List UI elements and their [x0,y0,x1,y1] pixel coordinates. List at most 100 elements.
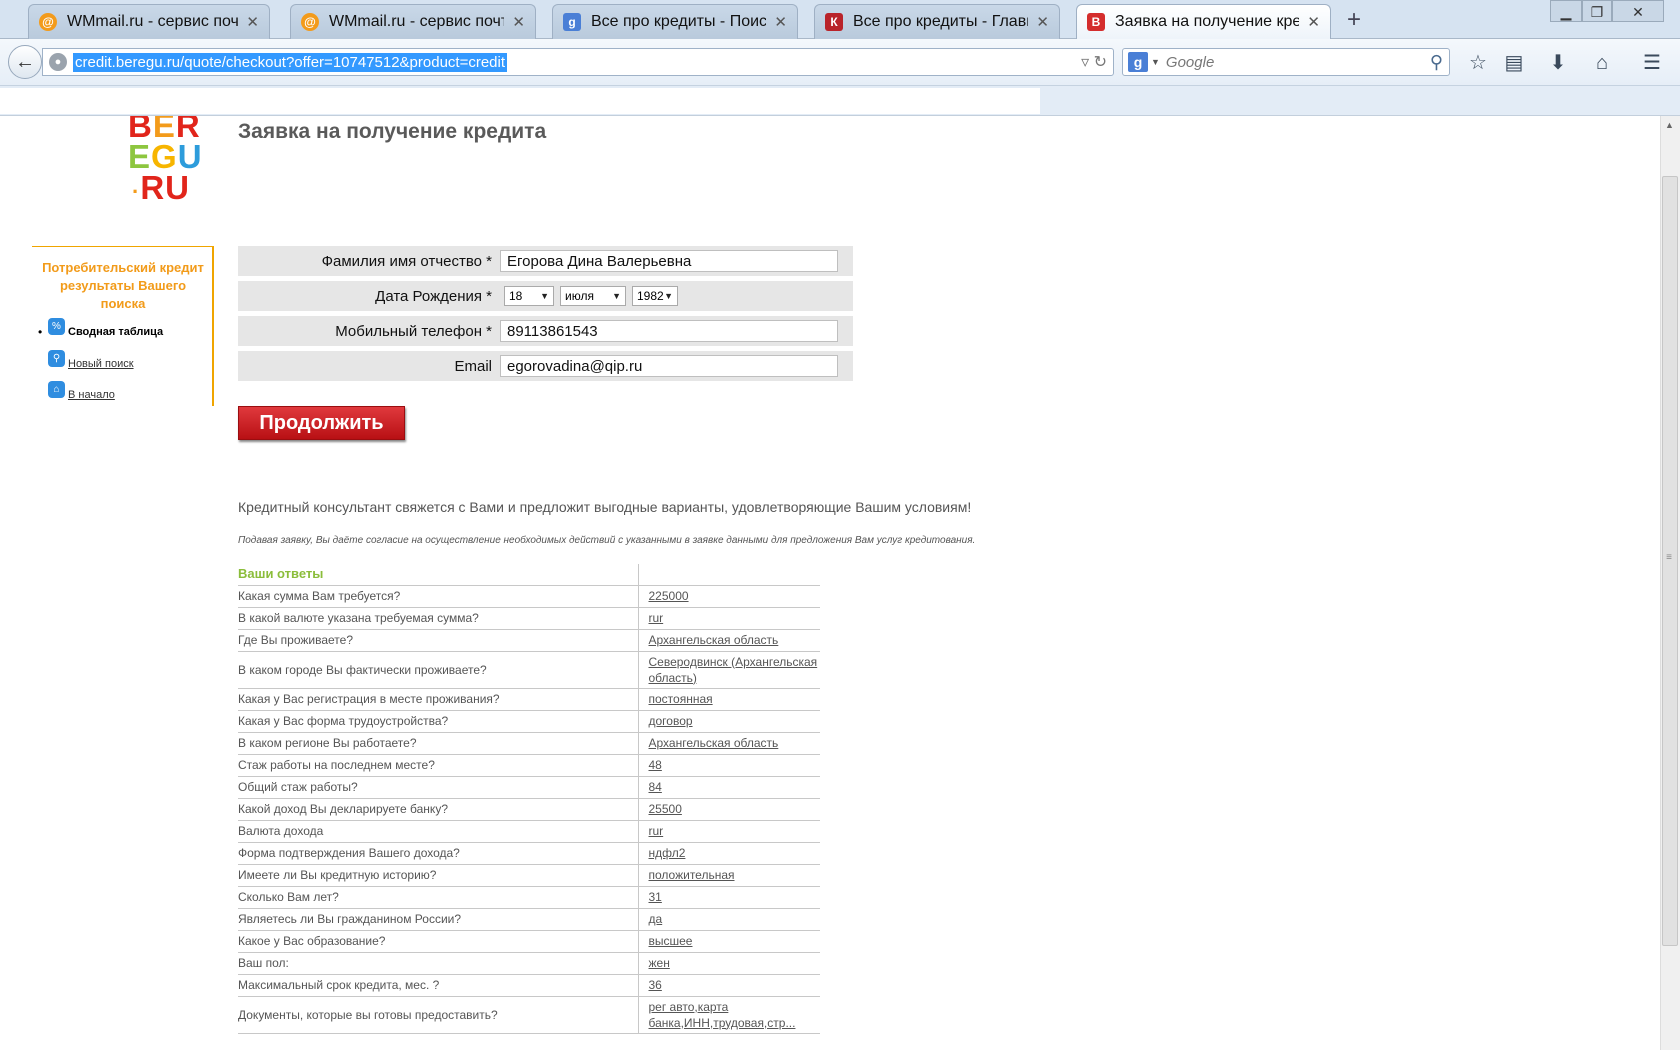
table-row: Общий стаж работы? 84 [238,776,820,799]
dob-label: Дата Рождения * [375,288,492,305]
address-bar[interactable]: ● credit.beregu.ru/quote/checkout?offer=… [42,48,1114,76]
tab-wmmail-2[interactable]: @ WMmail.ru - сервис почто... ✕ [290,4,536,39]
home-icon: ⌂ [48,381,65,398]
scroll-up-icon[interactable]: ▲ [1665,120,1674,130]
google-icon: g [563,13,581,31]
answer-link[interactable]: ндфл2 [649,846,686,860]
dob-year-select[interactable]: 1982 ▼ [632,286,678,306]
tab-google-search[interactable]: g Все про кредиты - Поиск ... ✕ [552,4,798,39]
close-icon[interactable]: ✕ [1036,13,1049,31]
table-row: Валюта дохода rur [238,820,820,843]
search-icon[interactable]: ⚲ [1430,52,1443,73]
answer-link[interactable]: rur [649,824,664,838]
table-row: Стаж работы на последнем месте? 48 [238,754,820,777]
answer-link[interactable]: rur [649,611,664,625]
answer-link[interactable]: договор [649,714,693,728]
back-button[interactable]: ← [8,45,42,79]
url-text[interactable]: credit.beregu.ru/quote/checkout?offer=10… [73,52,508,72]
menu-icon[interactable]: ☰ [1640,51,1664,75]
answer-cell: rur [637,607,820,630]
answer-cell: рег авто,карта банка,ИНН,трудовая,стр... [637,996,820,1034]
tab-credit-home[interactable]: К Все про кредиты - Главная ✕ [814,4,1060,39]
answer-cell: договор [637,710,820,733]
chevron-down-icon[interactable]: ▼ [1151,57,1160,67]
download-icon[interactable]: ⬇ [1546,51,1570,75]
google-icon[interactable]: g [1128,52,1148,72]
sidebar-item-label[interactable]: Сводная таблица [68,326,163,338]
bullet: • [38,324,43,339]
vertical-scrollbar[interactable]: ▲ ≡ [1660,116,1680,1050]
answer-cell: 36 [637,974,820,997]
tab-wmmail-1[interactable]: @ WMmail.ru - сервис почто... ✕ [28,4,270,39]
sidebar-item-home[interactable]: ⌂ В начало [48,381,115,403]
table-row: Документы, которые вы готовы предоставит… [238,996,820,1034]
close-icon[interactable]: ✕ [1307,13,1320,31]
dob-month-select[interactable]: июля ▼ [560,286,626,306]
answer-link[interactable]: 48 [649,758,662,772]
bookmark-star-icon[interactable]: ☆ [1466,51,1490,75]
answer-link[interactable]: жен [649,956,670,970]
search-bar[interactable]: g ▼ Google ⚲ [1122,48,1450,76]
answer-link[interactable]: 36 [649,978,662,992]
answer-link[interactable]: 25500 [649,802,682,816]
new-tab-button[interactable]: + [1340,6,1368,34]
percent-icon: % [48,318,65,335]
tab-credit-application[interactable]: B Заявка на получение кре... ✕ [1076,4,1331,39]
sidebar-item-new-search[interactable]: ⚲ Новый поиск [48,350,134,372]
reload-icon[interactable]: ▿ ↻ [1081,52,1107,72]
answer-link[interactable]: 225000 [649,589,689,603]
close-icon[interactable]: ✕ [246,13,259,31]
answer-link[interactable]: да [649,912,663,926]
restore-icon[interactable]: ❐ [1582,0,1612,22]
answer-cell: положительная [637,864,820,887]
chevron-down-icon: ▼ [540,291,549,301]
sidebar-item-summary[interactable]: • % Сводная таблица [38,318,163,340]
phone-field[interactable] [500,320,838,342]
question-cell: Документы, которые вы готовы предоставит… [238,996,638,1034]
bookmarks-toolbar [0,86,1680,116]
sidebar-item-label[interactable]: В начало [68,389,115,401]
wmmail-icon: @ [301,13,319,31]
answer-cell: 225000 [637,585,820,608]
answer-link[interactable]: Архангельская область [649,736,779,750]
table-row: Какая у Вас регистрация в месте проживан… [238,688,820,711]
tab-strip: @ WMmail.ru - сервис почто... ✕ @ WMmail… [0,0,1680,39]
fio-field[interactable] [500,250,838,272]
dob-day-select[interactable]: 18 ▼ [504,286,554,306]
beregu-icon: B [1087,13,1105,31]
table-row: Ваш пол: жен [238,952,820,975]
minimize-icon[interactable]: ▁ [1550,0,1582,22]
search-input[interactable]: Google [1166,54,1430,71]
question-cell: Валюта дохода [238,820,638,843]
table-row: Сколько Вам лет? 31 [238,886,820,909]
close-icon[interactable]: ✕ [774,13,787,31]
answers-header-empty [637,564,820,586]
email-field[interactable] [500,355,838,377]
continue-button[interactable]: Продолжить [238,406,405,440]
question-cell: Где Вы проживаете? [238,629,638,652]
close-icon[interactable]: ✕ [512,13,525,31]
answer-link[interactable]: Архангельская область [649,633,779,647]
answer-link[interactable]: Северодвинск (Архангельская область) [649,655,818,685]
home-icon[interactable]: ⌂ [1590,51,1614,75]
fio-label: Фамилия имя отчество * [321,253,492,270]
bookmarks-list-icon[interactable]: ▤ [1502,51,1526,75]
arrow-left-icon: ← [15,50,35,73]
answer-link[interactable]: рег авто,карта банка,ИНН,трудовая,стр... [649,1000,796,1030]
answer-link[interactable]: положительная [649,868,735,882]
chevron-down-icon: ▼ [664,291,673,301]
bookmarks-area[interactable] [0,88,1040,114]
site-logo[interactable]: BER EGU ·RU [128,116,228,207]
table-row: Являетесь ли Вы гражданином России? да [238,908,820,931]
answer-link[interactable]: 31 [649,890,662,904]
question-cell: Какая у Вас форма трудоустройства? [238,710,638,733]
table-row: Максимальный срок кредита, мес. ? 36 [238,974,820,997]
question-cell: Сколько Вам лет? [238,886,638,909]
answer-link[interactable]: постоянная [649,692,713,706]
sidebar-item-label[interactable]: Новый поиск [68,358,134,370]
form-row-fio: Фамилия имя отчество * [238,246,853,276]
answer-link[interactable]: 84 [649,780,662,794]
close-window-icon[interactable]: ✕ [1612,0,1664,22]
answer-cell: Северодвинск (Архангельская область) [637,651,820,689]
answer-link[interactable]: высшее [649,934,693,948]
